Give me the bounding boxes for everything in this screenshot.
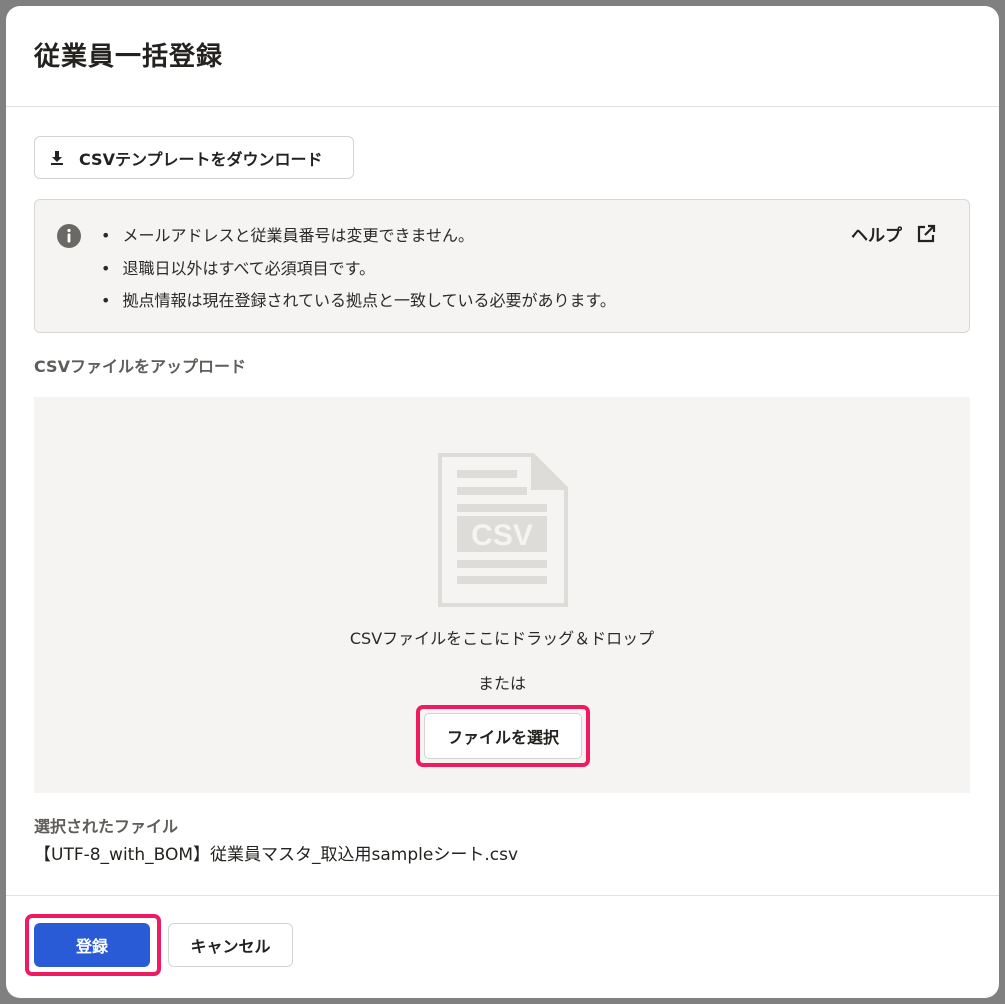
external-link-icon <box>917 224 936 242</box>
info-box: メールアドレスと従業員番号は変更できません。 退職日以外はすべて必須項目です。 … <box>34 199 970 333</box>
help-label: ヘルプ <box>851 226 902 246</box>
cancel-button[interactable]: キャンセル <box>168 923 293 967</box>
info-item: 拠点情報は現在登録されている拠点と一致している必要があります。 <box>101 285 615 318</box>
drop-instruction: CSVファイルをここにドラッグ＆ドロップ <box>349 629 655 648</box>
info-item: 退職日以外はすべて必須項目です。 <box>101 253 616 286</box>
csv-file-icon: CSV <box>438 453 568 607</box>
selected-file-label: 選択されたファイル <box>34 817 179 836</box>
selected-file-name: 【UTF-8_with_BOM】従業員マスタ_取込用sampleシート.csv <box>34 845 519 865</box>
bulk-register-modal: 従業員一括登録 CSVテンプレートをダウンロード メールアドレスと従業員番号は変… <box>6 6 999 998</box>
download-template-button[interactable]: CSVテンプレートをダウンロード <box>34 136 354 179</box>
modal-title: 従業員一括登録 <box>34 42 224 72</box>
select-file-button[interactable]: ファイルを選択 <box>424 713 582 759</box>
or-text: または <box>477 674 526 693</box>
info-list: メールアドレスと従業員番号は変更できません。 退職日以外はすべて必須項目です。 … <box>101 220 616 318</box>
download-icon <box>51 150 63 165</box>
modal-footer: 登録 キャンセル <box>6 895 999 998</box>
file-dropzone[interactable]: CSV CSVファイルをここにドラッグ＆ドロップ または ファイルを選択 <box>34 397 970 793</box>
help-link[interactable]: ヘルプ <box>851 221 936 246</box>
download-template-label: CSVテンプレートをダウンロード <box>79 149 323 169</box>
info-icon <box>57 224 81 248</box>
info-item: メールアドレスと従業員番号は変更できません。 <box>101 220 616 253</box>
upload-section-label: CSVファイルをアップロード <box>34 357 246 376</box>
register-button[interactable]: 登録 <box>34 923 150 967</box>
modal-header: 従業員一括登録 <box>6 6 999 107</box>
csv-icon-text: CSV <box>471 519 533 552</box>
